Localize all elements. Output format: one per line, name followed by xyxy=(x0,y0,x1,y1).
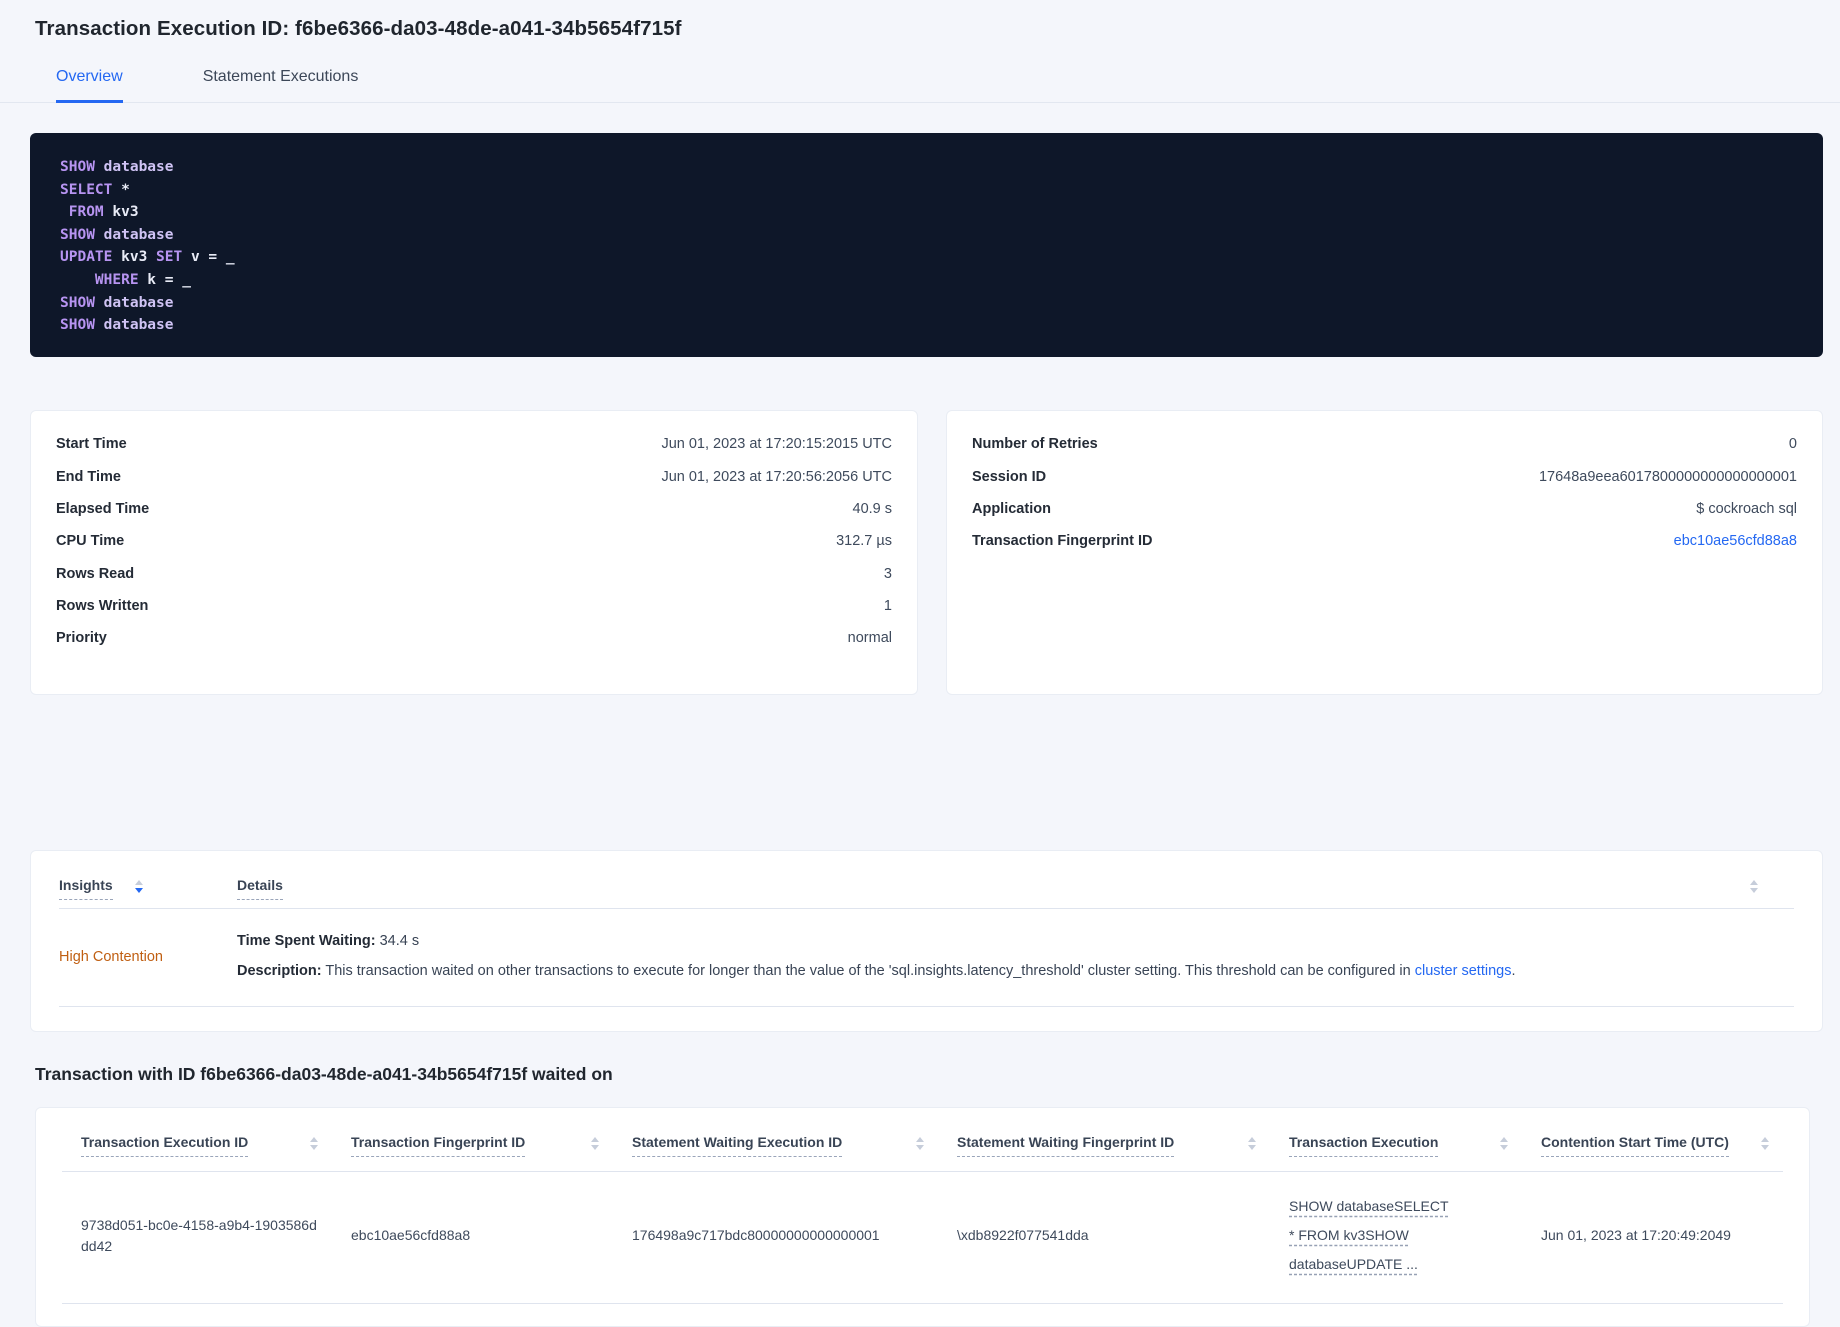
cell-contention-start-time: Jun 01, 2023 at 17:20:49:2049 xyxy=(1541,1227,1731,1243)
page-title: Transaction Execution ID: f6be6366-da03-… xyxy=(35,17,682,40)
time-spent-waiting-label: Time Spent Waiting: xyxy=(237,933,376,949)
transaction-execution-statements-link[interactable]: SHOW databaseSELECT * FROM kv3SHOW datab… xyxy=(1289,1192,1452,1279)
time-spent-waiting-value: 34.4 s xyxy=(375,933,420,949)
sql-code-line: SHOW database xyxy=(60,226,174,243)
tab-bar: Overview Statement Executions xyxy=(0,68,1840,103)
sort-icon[interactable] xyxy=(1500,1137,1508,1150)
cluster-settings-link[interactable]: cluster settings xyxy=(1415,963,1512,979)
stat-session-id: Session ID 17648a9eea6017800000000000000… xyxy=(972,468,1797,485)
tab-statement-executions[interactable]: Statement Executions xyxy=(203,68,359,102)
sort-icon[interactable] xyxy=(916,1137,924,1150)
waited-on-section-title: Transaction with ID f6be6366-da03-48de-a… xyxy=(35,1064,613,1084)
cell-transaction-execution-id: 9738d051-bc0e-4158-a9b4-1903586ddd42 xyxy=(81,1216,317,1254)
col-transaction-fingerprint-id[interactable]: Transaction Fingerprint ID xyxy=(351,1134,526,1157)
col-contention-start-time[interactable]: Contention Start Time (UTC) xyxy=(1541,1134,1729,1157)
waited-on-table-card: Transaction Execution ID Transaction Fin… xyxy=(35,1107,1810,1327)
insights-table-card: Insights Details High Contention Time Sp… xyxy=(30,850,1823,1032)
stats-cards-row: Start Time Jun 01, 2023 at 17:20:15:2015… xyxy=(30,410,1823,695)
stat-end-time: End Time Jun 01, 2023 at 17:20:56:2056 U… xyxy=(56,468,892,485)
col-transaction-execution-id[interactable]: Transaction Execution ID xyxy=(81,1134,249,1157)
stat-application: Application $ cockroach sql xyxy=(972,500,1797,517)
tab-overview[interactable]: Overview xyxy=(56,68,123,103)
sql-code-line: SHOW database xyxy=(60,317,174,334)
stat-elapsed-time: Elapsed Time 40.9 s xyxy=(56,500,892,517)
insights-column-header[interactable]: Insights xyxy=(59,877,113,900)
sort-icon[interactable] xyxy=(1750,880,1758,893)
sql-code-line: SELECT * xyxy=(60,181,130,198)
sort-icon[interactable] xyxy=(134,880,143,893)
table-row: 9738d051-bc0e-4158-a9b4-1903586ddd42 ebc… xyxy=(62,1172,1783,1304)
details-column-header[interactable]: Details xyxy=(237,877,283,900)
description-text: This transaction waited on other transac… xyxy=(321,963,1415,979)
sql-code-line: SHOW database xyxy=(60,294,174,311)
insight-details: Time Spent Waiting: 34.4 s Description: … xyxy=(237,933,1516,979)
sql-code-line: WHERE k = _ xyxy=(60,271,191,288)
sql-code-line: UPDATE kv3 SET v = _ xyxy=(60,249,235,266)
cell-statement-waiting-execution-id: 176498a9c717bdc80000000000000001 xyxy=(632,1227,880,1243)
sort-icon[interactable] xyxy=(310,1137,318,1150)
col-transaction-execution[interactable]: Transaction Execution xyxy=(1289,1134,1439,1157)
cell-transaction-fingerprint-id: ebc10ae56cfd88a8 xyxy=(351,1227,471,1243)
waited-on-table-header: Transaction Execution ID Transaction Fin… xyxy=(62,1122,1783,1172)
cell-statement-waiting-fingerprint-id: \xdb8922f077541dda xyxy=(957,1227,1089,1243)
stat-rows-written: Rows Written 1 xyxy=(56,598,892,615)
sql-code-line: FROM kv3 xyxy=(60,204,139,221)
stat-transaction-fingerprint-id: Transaction Fingerprint ID ebc10ae56cfd8… xyxy=(972,533,1797,550)
execution-stats-card: Start Time Jun 01, 2023 at 17:20:15:2015… xyxy=(30,410,918,695)
sort-icon[interactable] xyxy=(591,1137,599,1150)
stat-cpu-time: CPU Time 312.7 µs xyxy=(56,533,892,550)
description-label: Description: xyxy=(237,963,322,979)
transaction-fingerprint-link[interactable]: ebc10ae56cfd88a8 xyxy=(1674,533,1797,549)
col-statement-waiting-fingerprint-id[interactable]: Statement Waiting Fingerprint ID xyxy=(957,1134,1175,1157)
sql-statements-box: SHOW database SELECT * FROM kv3 SHOW datab… xyxy=(30,133,1823,357)
sort-icon[interactable] xyxy=(1248,1137,1256,1150)
stat-rows-read: Rows Read 3 xyxy=(56,565,892,582)
stat-start-time: Start Time Jun 01, 2023 at 17:20:15:2015… xyxy=(56,436,892,453)
insights-table-header: Insights Details xyxy=(59,867,1794,909)
insight-badge-high-contention: High Contention xyxy=(59,948,163,965)
session-stats-card: Number of Retries 0 Session ID 17648a9ee… xyxy=(946,410,1823,695)
sort-icon[interactable] xyxy=(1761,1137,1769,1150)
stat-number-of-retries: Number of Retries 0 xyxy=(972,436,1797,453)
col-statement-waiting-execution-id[interactable]: Statement Waiting Execution ID xyxy=(632,1134,843,1157)
stat-priority: Priority normal xyxy=(56,630,892,647)
insight-row: High Contention Time Spent Waiting: 34.4… xyxy=(59,909,1794,1007)
sql-code-line: SHOW database xyxy=(60,159,174,175)
